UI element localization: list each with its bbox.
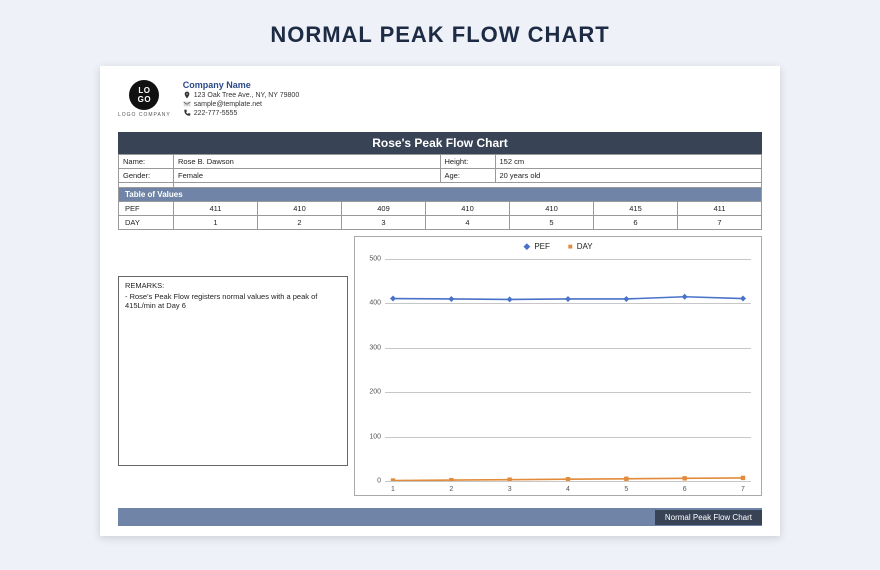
company-email-row: sample@template.net	[183, 100, 299, 108]
logo: LO GO LOGO COMPANY	[118, 80, 171, 118]
chart-legend: PEF DAY	[355, 241, 761, 252]
values-cell: 7	[678, 216, 762, 230]
values-cell: 3	[342, 216, 426, 230]
header: LO GO LOGO COMPANY Company Name 123 Oak …	[100, 66, 780, 124]
x-tick-label: 7	[741, 486, 745, 493]
x-tick-label: 6	[683, 486, 687, 493]
x-tick-label: 1	[391, 486, 395, 493]
values-cell: 5	[510, 216, 594, 230]
plot-area: 01002003004005001234567	[385, 259, 751, 481]
legend-day: DAY	[568, 241, 593, 252]
footer-label: Normal Peak Flow Chart	[655, 510, 762, 525]
company-info: Company Name 123 Oak Tree Ave., NY, NY 7…	[183, 80, 299, 118]
legend-pef: PEF	[523, 241, 549, 252]
y-tick-label: 500	[359, 256, 381, 263]
company-address: 123 Oak Tree Ave., NY, NY 79800	[194, 92, 299, 99]
company-address-row: 123 Oak Tree Ave., NY, NY 79800	[183, 91, 299, 99]
map-icon	[183, 91, 191, 99]
x-tick-label: 4	[566, 486, 570, 493]
logo-subtext: LOGO COMPANY	[118, 112, 171, 118]
info-age-value: 20 years old	[496, 169, 763, 183]
table-of-values-bar: Table of Values	[118, 188, 762, 202]
info-gender-label: Gender:	[119, 169, 174, 183]
y-tick-label: 400	[359, 300, 381, 307]
mail-icon	[183, 100, 191, 108]
patient-info-table: Name: Rose B. Dawson Height: 152 cm Gend…	[118, 154, 762, 188]
values-cell: 410	[510, 202, 594, 216]
values-cell: 1	[174, 216, 258, 230]
info-name-value: Rose B. Dawson	[174, 155, 441, 169]
x-tick-label: 2	[449, 486, 453, 493]
values-cell: 410	[426, 202, 510, 216]
remarks-label: REMARKS:	[125, 281, 341, 290]
x-tick-label: 5	[624, 486, 628, 493]
body-section: REMARKS: - Rose's Peak Flow registers no…	[118, 236, 762, 502]
y-tick-label: 300	[359, 344, 381, 351]
values-cell: 409	[342, 202, 426, 216]
info-height-value: 152 cm	[496, 155, 763, 169]
values-row-label-day: DAY	[119, 216, 174, 230]
company-phone: 222-777-5555	[194, 110, 238, 117]
company-name: Company Name	[183, 80, 299, 90]
values-cell: 410	[258, 202, 342, 216]
info-gender-value: Female	[174, 169, 441, 183]
remarks-box: REMARKS: - Rose's Peak Flow registers no…	[118, 276, 348, 466]
company-email: sample@template.net	[194, 101, 262, 108]
values-table: PEF411410409410410415411DAY1234567	[118, 202, 762, 230]
info-height-label: Height:	[441, 155, 496, 169]
page-title: NORMAL PEAK FLOW CHART	[270, 22, 609, 48]
values-cell: 415	[594, 202, 678, 216]
line-chart: PEF DAY 01002003004005001234567	[354, 236, 762, 496]
document-sheet: LO GO LOGO COMPANY Company Name 123 Oak …	[100, 66, 780, 536]
logo-circle: LO GO	[129, 80, 159, 110]
x-tick-label: 3	[508, 486, 512, 493]
phone-icon	[183, 109, 191, 117]
y-tick-label: 100	[359, 433, 381, 440]
info-age-label: Age:	[441, 169, 496, 183]
y-tick-label: 0	[359, 478, 381, 485]
values-cell: 4	[426, 216, 510, 230]
values-cell: 411	[174, 202, 258, 216]
info-name-label: Name:	[119, 155, 174, 169]
chart-title-bar: Rose's Peak Flow Chart	[118, 132, 762, 154]
remarks-text: - Rose's Peak Flow registers normal valu…	[125, 292, 341, 310]
y-tick-label: 200	[359, 389, 381, 396]
footer-bar: Normal Peak Flow Chart	[118, 508, 762, 526]
company-phone-row: 222-777-5555	[183, 109, 299, 117]
values-row-label-pef: PEF	[119, 202, 174, 216]
values-cell: 2	[258, 216, 342, 230]
values-cell: 6	[594, 216, 678, 230]
values-cell: 411	[678, 202, 762, 216]
